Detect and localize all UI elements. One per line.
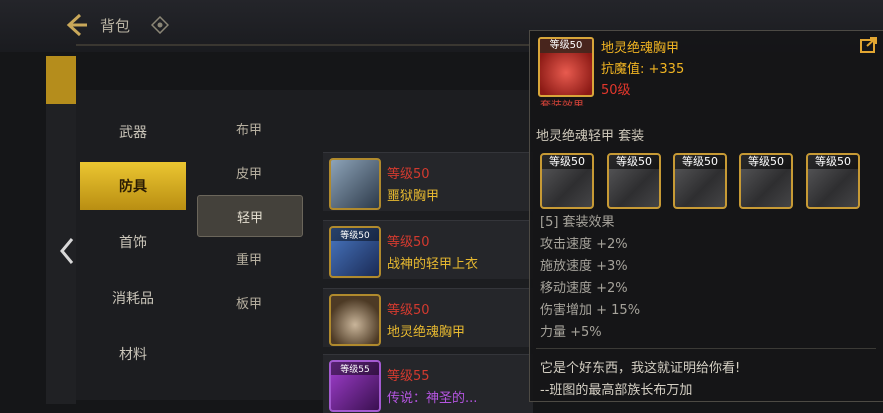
flavor-text: 它是个好东西，我这就证明给你看! [540,361,741,376]
tooltip-cut-text: 套装效果 [540,99,584,106]
page-title: 背包 [100,17,131,35]
item-level: 等级50 [387,235,430,250]
item-level: 等级50 [387,167,430,182]
subcategory-light[interactable]: 轻甲 [197,195,303,237]
list-item[interactable]: 等级55 等级55 传说：神圣的... [323,354,533,413]
list-item[interactable]: 等级50 噩狱胸甲 [323,152,533,211]
category-accessory[interactable]: 首饰 [80,218,186,266]
category-consumable[interactable]: 消耗品 [80,274,186,322]
chevron-left-icon[interactable] [58,236,76,266]
subcategory-plate[interactable]: 板甲 [197,282,301,322]
set-effect: 攻击速度 +2% [540,237,628,252]
category-material[interactable]: 材料 [80,330,186,378]
item-armor-icon [329,158,381,210]
item-armor-icon [329,294,381,346]
item-armor-icon: 等级55 [329,360,381,412]
outer-tab-active[interactable] [46,56,76,104]
tooltip-level: 50级 [601,83,631,98]
set-piece-icon[interactable]: 等级50 [739,153,793,209]
tooltip-stat: 抗魔值: +335 [601,62,685,77]
sort-icon[interactable] [151,16,169,34]
item-level: 等级50 [387,303,430,318]
category-armor[interactable]: 防具 [80,162,186,210]
list-item[interactable]: 等级50 等级50 战神的轻甲上衣 [323,220,533,279]
set-effect: [5] 套装效果 [540,215,615,230]
category-weapon[interactable]: 武器 [80,108,186,156]
item-armor-icon: 等级50 [329,226,381,278]
item-name: 传说：神圣的... [387,391,478,406]
subcategory-cloth[interactable]: 布甲 [197,108,301,148]
list-item[interactable]: 等级50 地灵绝魂胸甲 [323,288,533,347]
item-name: 地灵绝魂胸甲 [387,325,466,340]
set-piece-icon[interactable]: 等级50 [540,153,594,209]
item-name: 噩狱胸甲 [387,189,440,204]
tooltip-item-name: 地灵绝魂胸甲 [601,41,680,56]
tooltip-set-name: 地灵绝魂轻甲 套装 [536,129,645,144]
share-icon[interactable] [860,37,878,53]
set-effect: 力量 +5% [540,325,602,340]
divider [76,44,536,46]
divider [536,348,876,349]
item-name: 战神的轻甲上衣 [387,257,479,272]
set-effect: 伤害增加 + 15% [540,303,641,318]
set-effect: 施放速度 +3% [540,259,628,274]
subcategory-leather[interactable]: 皮甲 [197,152,301,192]
set-piece-icon[interactable]: 等级50 [806,153,860,209]
item-tooltip: 等级50 地灵绝魂胸甲 抗魔值: +335 50级 套装效果 地灵绝魂轻甲 套装… [529,30,883,402]
item-level: 等级55 [387,369,430,384]
back-arrow-icon[interactable] [62,11,90,39]
set-piece-icon[interactable]: 等级50 [673,153,727,209]
set-piece-icon[interactable]: 等级50 [607,153,661,209]
chest-armor-icon: 等级50 [538,37,594,97]
subcategory-heavy[interactable]: 重甲 [197,238,301,278]
set-effect: 移动速度 +2% [540,281,628,296]
flavor-attribution: --班图的最高部族长布万加 [540,383,693,398]
